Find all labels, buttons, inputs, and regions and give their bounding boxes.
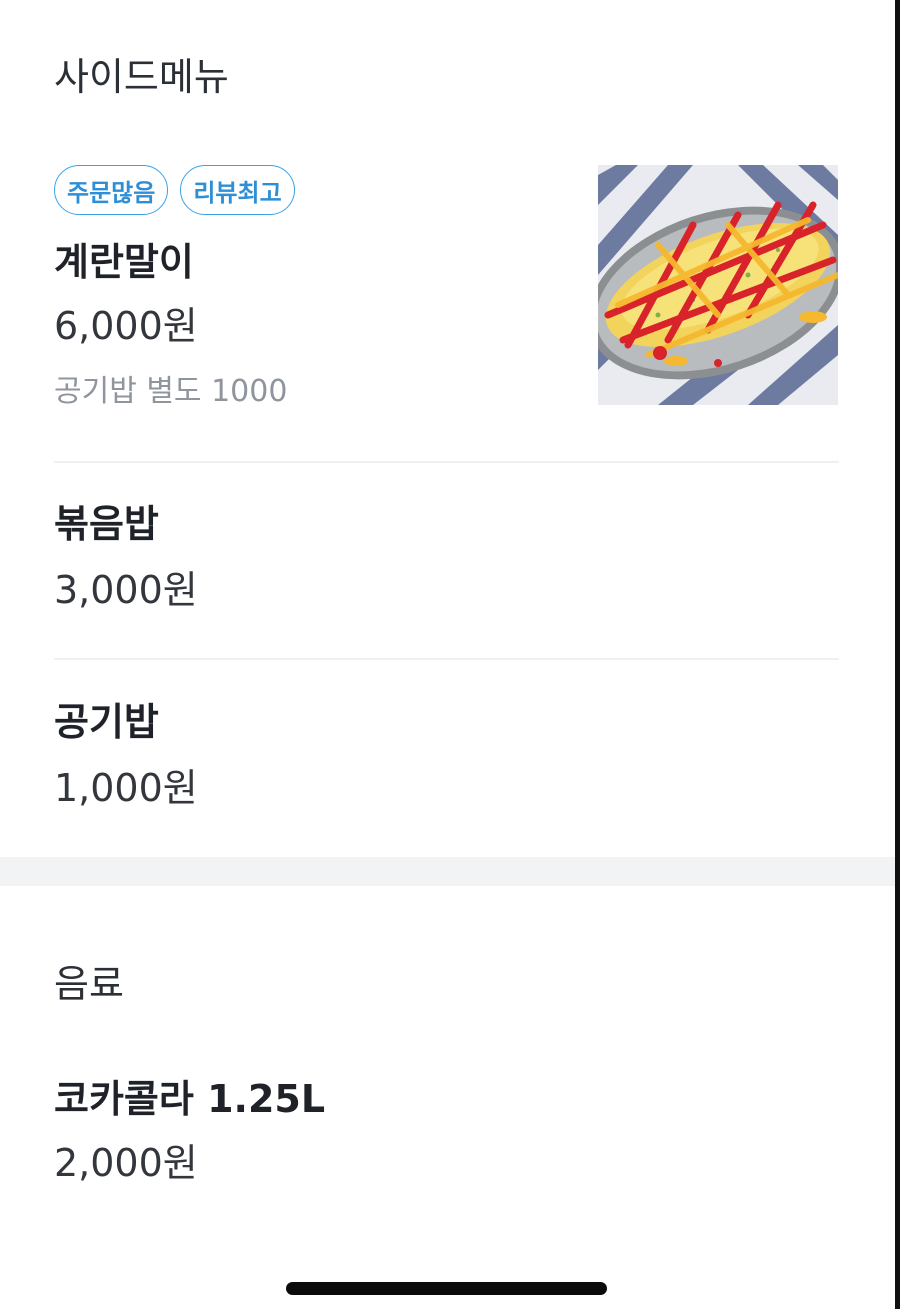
- menu-item-bokkeumbap[interactable]: 볶음밥 3,000원: [54, 505, 839, 609]
- divider: [54, 658, 839, 660]
- rolled-omelette-photo: [598, 165, 838, 405]
- menu-item-note: 공기밥 별도 1000: [54, 374, 288, 409]
- section-title-drinks: 음료: [54, 962, 124, 1006]
- menu-item-gyeranmari[interactable]: 주문많음 리뷰최고 계란말이 6,000원 공기밥 별도 1000: [54, 165, 839, 415]
- section-separator: [0, 857, 895, 886]
- menu-item-name: 계란말이: [54, 240, 194, 284]
- screen-edge: [895, 0, 900, 1309]
- section-title-side-menu: 사이드메뉴: [54, 55, 229, 99]
- menu-item-price: 2,000원: [54, 1141, 198, 1185]
- home-indicator[interactable]: [286, 1282, 607, 1295]
- badge-popular: 주문많음: [54, 165, 169, 215]
- menu-item-name: 공기밥: [54, 700, 159, 744]
- menu-item-name: 코카콜라 1.25L: [54, 1077, 326, 1121]
- menu-item-price: 1,000원: [54, 766, 198, 810]
- menu-item-coca-cola[interactable]: 코카콜라 1.25L 2,000원: [54, 1080, 839, 1182]
- badge-best-review: 리뷰최고: [180, 165, 295, 215]
- menu-item-gonggibap[interactable]: 공기밥 1,000원: [54, 703, 839, 807]
- divider: [54, 461, 839, 463]
- menu-item-price: 3,000원: [54, 568, 198, 612]
- menu-item-name: 볶음밥: [54, 502, 159, 546]
- menu-item-price: 6,000원: [54, 304, 198, 348]
